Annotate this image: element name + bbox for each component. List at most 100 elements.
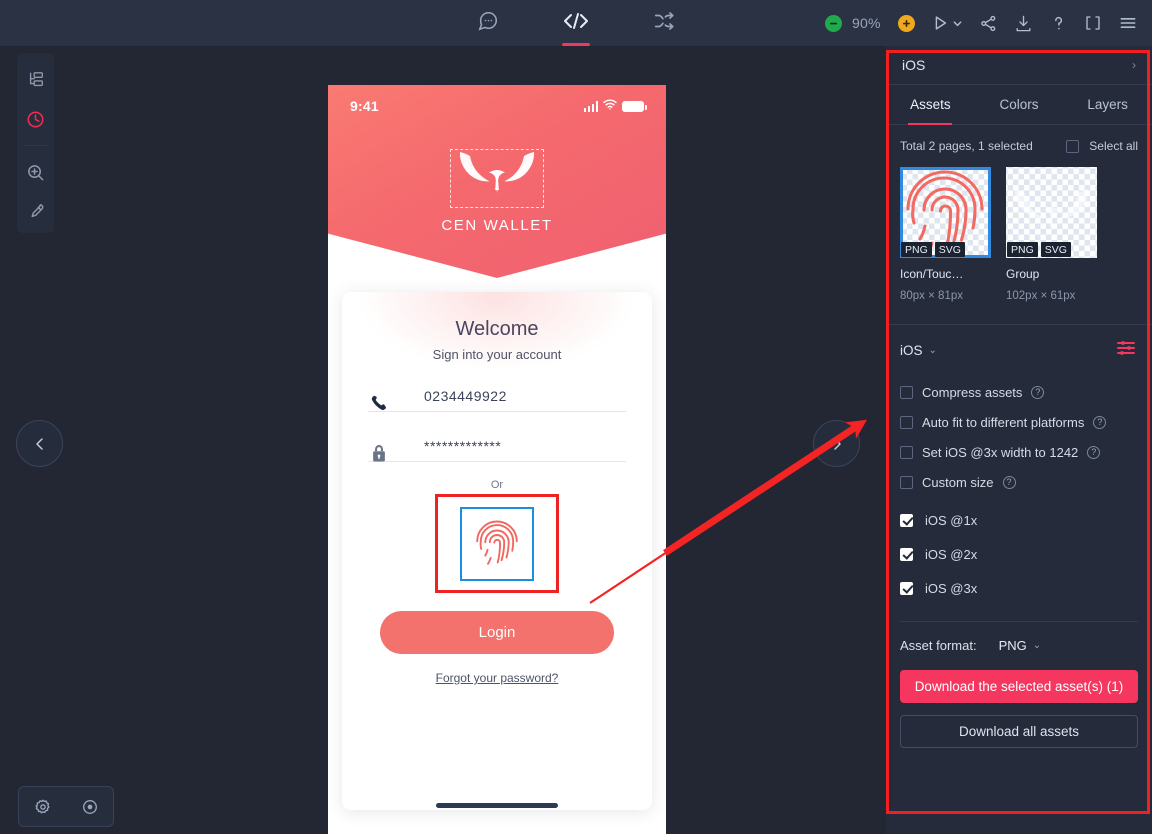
checkbox[interactable]: [900, 475, 913, 489]
checkbox[interactable]: [900, 415, 913, 429]
asset-format-badges: PNG SVG: [901, 242, 965, 257]
asset-thumbnail[interactable]: PNG SVG: [900, 167, 991, 258]
sliders-icon[interactable]: [1116, 340, 1136, 361]
checkbox[interactable]: [900, 513, 913, 527]
download-all-button[interactable]: Download all assets: [900, 715, 1138, 748]
asset-format-badges: PNG SVG: [1007, 242, 1071, 257]
help-icon[interactable]: ?: [1087, 445, 1101, 459]
history-icon[interactable]: [19, 101, 53, 137]
prev-screen-button[interactable]: [16, 420, 63, 467]
forgot-password-link[interactable]: Forgot your password?: [342, 671, 652, 685]
option-set-3x-width[interactable]: Set iOS @3x width to 1242 ?: [900, 437, 1138, 467]
phone-artboard[interactable]: 9:41 CEN WALLET 0234449922 *************…: [328, 85, 666, 834]
checkbox[interactable]: [900, 445, 913, 459]
play-icon[interactable]: [931, 14, 949, 32]
option-label: Compress assets: [922, 384, 1023, 400]
help-icon[interactable]: ?: [1002, 475, 1016, 489]
asset-item[interactable]: PNG SVG Icon/Touc… 80px × 81px: [900, 167, 991, 302]
badge-png[interactable]: PNG: [1007, 242, 1038, 257]
lock-icon: [370, 444, 388, 468]
signal-icon: [583, 100, 598, 112]
tab-comment[interactable]: [465, 0, 511, 46]
preview-play-group[interactable]: [931, 14, 963, 32]
option-label: Auto fit to different platforms: [922, 414, 1085, 430]
password-value[interactable]: *************: [368, 438, 626, 462]
checkbox[interactable]: [900, 547, 913, 561]
download-icon[interactable]: [1014, 14, 1033, 33]
help-icon[interactable]: ?: [1031, 385, 1045, 399]
panel-header: iOS ›: [886, 46, 1152, 85]
zoom-level-value: 90%: [852, 15, 881, 31]
option-ios-3x[interactable]: iOS @3x: [900, 571, 1138, 605]
tab-layers[interactable]: Layers: [1063, 85, 1152, 124]
badge-png[interactable]: PNG: [901, 242, 932, 257]
asset-name: Group: [1006, 267, 1040, 281]
battery-icon: [622, 100, 647, 112]
wifi-icon: [603, 97, 617, 115]
fingerprint-asset-selection[interactable]: [460, 506, 534, 581]
next-screen-button[interactable]: [813, 420, 860, 467]
select-all-label: Select all: [1089, 139, 1138, 153]
tab-code[interactable]: [553, 0, 599, 46]
chevron-down-icon[interactable]: [952, 18, 963, 29]
phone-field[interactable]: 0234449922: [368, 362, 626, 412]
option-ios-2x[interactable]: iOS @2x: [900, 537, 1138, 571]
select-all-checkbox[interactable]: [1066, 139, 1080, 153]
left-tool-rail: [17, 53, 54, 233]
share-icon[interactable]: [979, 14, 998, 33]
option-label: Set iOS @3x width to 1242: [922, 444, 1079, 460]
fingerprint-selection-highlight: [435, 494, 559, 593]
zoom-control: 90%: [825, 14, 915, 32]
chevron-right-icon[interactable]: ›: [1132, 58, 1136, 72]
checkbox[interactable]: [900, 385, 913, 399]
menu-icon[interactable]: [1118, 13, 1138, 33]
download-selected-button[interactable]: Download the selected asset(s) (1): [900, 670, 1138, 703]
option-label: iOS @2x: [925, 546, 978, 562]
status-icons: [583, 97, 647, 115]
option-custom-size[interactable]: Custom size ?: [900, 467, 1138, 497]
platform-selector[interactable]: iOS ⌄: [900, 343, 937, 358]
zoom-icon[interactable]: [19, 154, 53, 190]
tab-colors-label: Colors: [999, 97, 1039, 112]
phone-number-value[interactable]: 0234449922: [368, 388, 626, 412]
platform-label: iOS: [900, 343, 923, 358]
comment-icon: [477, 10, 499, 37]
canvas-area: 9:41 CEN WALLET 0234449922 *************…: [0, 46, 886, 834]
fingerprint-icon: [476, 520, 518, 565]
tab-colors[interactable]: Colors: [975, 85, 1064, 124]
tab-assets[interactable]: Assets: [886, 85, 975, 124]
option-auto-fit[interactable]: Auto fit to different platforms ?: [900, 407, 1138, 437]
brand-block: CEN WALLET: [328, 149, 666, 234]
zoom-out-button[interactable]: [825, 14, 842, 32]
fullscreen-icon[interactable]: [1084, 14, 1102, 32]
badge-svg[interactable]: SVG: [1040, 242, 1071, 257]
zoom-in-button[interactable]: [898, 14, 915, 32]
gear-icon[interactable]: [34, 798, 52, 816]
option-ios-1x[interactable]: iOS @1x: [900, 503, 1138, 537]
asset-thumbnail[interactable]: PNG SVG: [1006, 167, 1097, 258]
eye-icon[interactable]: [81, 798, 99, 816]
option-label: Custom size: [922, 474, 994, 490]
code-icon: [563, 10, 589, 37]
help-icon[interactable]: [1049, 14, 1068, 33]
logo-selection-box[interactable]: [450, 149, 544, 208]
phone-header: 9:41 CEN WALLET: [328, 85, 666, 278]
login-button[interactable]: Login: [380, 611, 614, 654]
or-label: Or: [490, 479, 504, 491]
top-toolbar: 90%: [0, 0, 1152, 46]
logo-icon: [459, 152, 535, 193]
asset-item[interactable]: PNG SVG Group 102px × 61px: [1006, 167, 1097, 302]
option-label: iOS @3x: [925, 580, 978, 596]
checkbox[interactable]: [900, 581, 913, 595]
selection-summary: Total 2 pages, 1 selected: [900, 139, 1033, 153]
help-icon[interactable]: ?: [1093, 415, 1107, 429]
password-field[interactable]: *************: [368, 412, 626, 462]
badge-svg[interactable]: SVG: [934, 242, 965, 257]
layers-icon[interactable]: [19, 62, 53, 98]
panel-tabs: Assets Colors Layers: [886, 85, 1152, 125]
tab-flow[interactable]: [641, 0, 687, 46]
panel-title: iOS: [902, 57, 926, 73]
asset-format-select[interactable]: PNG ⌄: [999, 638, 1042, 653]
option-compress-assets[interactable]: Compress assets ?: [900, 377, 1138, 407]
eyedropper-icon[interactable]: [19, 193, 53, 229]
